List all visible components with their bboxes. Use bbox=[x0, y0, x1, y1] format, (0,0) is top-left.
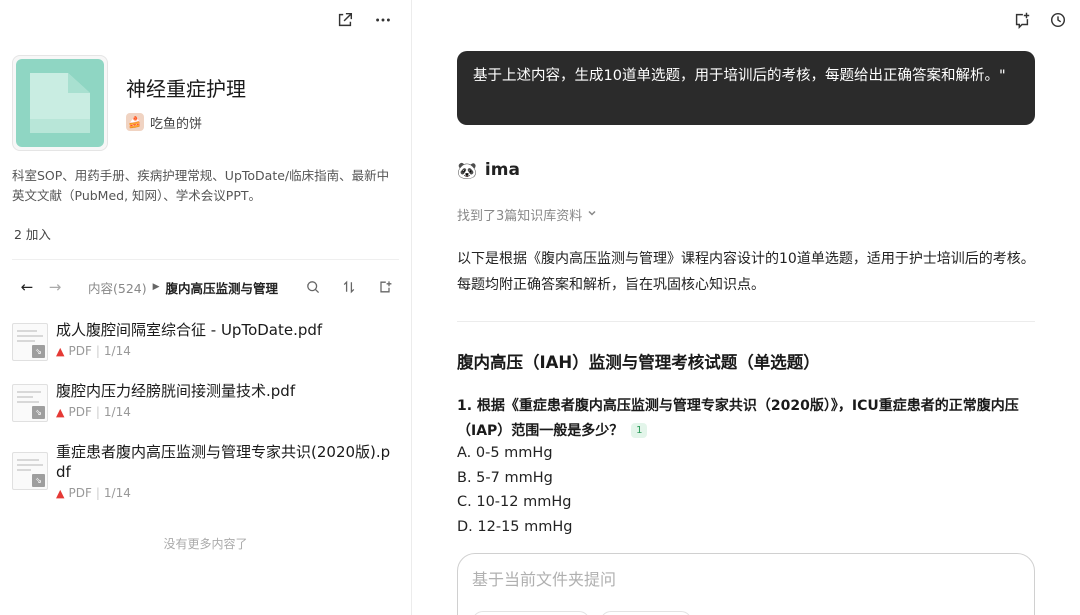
kb-author[interactable]: 🍰 吃鱼的饼 bbox=[126, 113, 246, 132]
chevron-down-icon bbox=[586, 207, 598, 223]
kb-cover-image bbox=[12, 55, 108, 151]
pdf-icon: ▲ bbox=[56, 486, 65, 500]
pdf-thumbnail-icon: ⇘ bbox=[12, 384, 48, 422]
knowledge-base-panel: 神经重症护理 🍰 吃鱼的饼 科室SOP、用药手册、疾病护理常规、UpToDate… bbox=[0, 0, 412, 615]
file-pages: 1/14 bbox=[103, 405, 131, 419]
file-list: ⇘ 成人腹腔间隔室综合征 - UpToDate.pdf ▲ PDF | 1/14… bbox=[12, 320, 399, 520]
new-chat-icon[interactable] bbox=[1012, 10, 1032, 30]
kb-title: 神经重症护理 bbox=[126, 76, 246, 101]
divider bbox=[12, 259, 399, 260]
pdf-icon: ▲ bbox=[56, 405, 65, 419]
sort-icon[interactable] bbox=[341, 279, 357, 295]
input-chip[interactable] bbox=[600, 611, 692, 615]
share-icon[interactable] bbox=[335, 10, 355, 30]
no-more-content-text: 没有更多内容了 bbox=[163, 537, 248, 551]
file-pages: 1/14 bbox=[103, 486, 131, 500]
option-b: B. 5-7 mmHg bbox=[457, 469, 553, 486]
file-name: 腹腔内压力经膀胱间接测量技术.pdf bbox=[56, 382, 296, 400]
breadcrumb-current: 腹内高压监测与管理 bbox=[165, 280, 279, 296]
file-type: PDF bbox=[68, 405, 92, 419]
found-sources-toggle[interactable]: 找到了3篇知识库资料 bbox=[457, 205, 598, 224]
found-sources-text: 找到了3篇知识库资料 bbox=[457, 209, 583, 224]
file-item[interactable]: ⇘ 重症患者腹内高压监测与管理专家共识(2020版).pdf ▲ PDF | 1… bbox=[12, 442, 399, 500]
option-d: D. 12-15 mmHg bbox=[457, 518, 573, 535]
file-name: 重症患者腹内高压监测与管理专家共识(2020版).pdf bbox=[56, 443, 391, 481]
file-item[interactable]: ⇘ 成人腹腔间隔室综合征 - UpToDate.pdf ▲ PDF | 1/14 bbox=[12, 320, 399, 361]
more-icon[interactable] bbox=[373, 10, 393, 30]
chat-toolbar bbox=[1012, 10, 1068, 30]
quiz-title: 腹内高压（IAH）监测与管理考核试题（单选题） bbox=[457, 353, 820, 372]
file-item[interactable]: ⇘ 腹腔内压力经膀胱间接测量技术.pdf ▲ PDF | 1/14 bbox=[12, 381, 399, 422]
ask-input[interactable] bbox=[472, 570, 1020, 589]
breadcrumb-root[interactable]: 内容(524) bbox=[88, 278, 147, 297]
ask-input-box bbox=[457, 553, 1035, 615]
citation-badge[interactable]: 1 bbox=[631, 423, 648, 438]
forward-arrow-icon[interactable]: → bbox=[46, 278, 64, 296]
panda-avatar-icon: 🐼 bbox=[457, 160, 477, 180]
divider bbox=[457, 321, 1035, 322]
add-folder-icon[interactable] bbox=[377, 279, 393, 295]
author-name: 吃鱼的饼 bbox=[150, 116, 203, 132]
file-type: PDF bbox=[68, 344, 92, 358]
file-pages: 1/14 bbox=[103, 344, 131, 358]
kb-header: 神经重症护理 🍰 吃鱼的饼 bbox=[12, 55, 246, 151]
back-arrow-icon[interactable]: ← bbox=[18, 278, 36, 296]
kb-joined-count: 2 加入 bbox=[14, 227, 51, 242]
file-name: 成人腹腔间隔室综合征 - UpToDate.pdf bbox=[56, 321, 323, 339]
history-clock-icon[interactable] bbox=[1048, 10, 1068, 30]
user-message-bubble: 基于上述内容，生成10道单选题，用于培训后的考核，每题给出正确答案和解析。" bbox=[457, 51, 1035, 125]
pdf-icon: ▲ bbox=[56, 344, 65, 358]
input-chip[interactable] bbox=[472, 611, 590, 615]
chat-panel: 基于上述内容，生成10道单选题，用于培训后的考核，每题给出正确答案和解析。" 🐼… bbox=[413, 0, 1080, 615]
left-toolbar bbox=[335, 10, 393, 30]
question-1: 1. 根据《重症患者腹内高压监测与管理专家共识（2020版）》，ICU重症患者的… bbox=[457, 394, 1041, 444]
question-text: 1. 根据《重症患者腹内高压监测与管理专家共识（2020版）》，ICU重症患者的… bbox=[457, 398, 1019, 439]
author-avatar: 🍰 bbox=[126, 113, 144, 131]
content-nav-bar: ← → 内容(524) ▶ 腹内高压监测与管理 bbox=[18, 276, 393, 298]
assistant-name: ima bbox=[484, 160, 520, 180]
question-1-options: A. 0-5 mmHg B. 5-7 mmHg C. 10-12 mmHg D.… bbox=[457, 441, 572, 539]
file-type: PDF bbox=[68, 486, 92, 500]
pdf-thumbnail-icon: ⇘ bbox=[12, 452, 48, 490]
breadcrumb-separator-icon: ▶ bbox=[152, 282, 160, 292]
option-c: C. 10-12 mmHg bbox=[457, 494, 572, 510]
assistant-header: 🐼 ima bbox=[457, 160, 520, 180]
kb-description: 科室SOP、用药手册、疾病护理常规、UpToDate/临床指南、最新中英文文献（… bbox=[12, 168, 390, 203]
pdf-thumbnail-icon: ⇘ bbox=[12, 323, 48, 361]
option-a: A. 0-5 mmHg bbox=[457, 445, 553, 461]
answer-intro: 以下是根据《腹内高压监测与管理》课程内容设计的10道单选题，适用于护士培训后的考… bbox=[457, 251, 1035, 293]
search-icon[interactable] bbox=[305, 279, 321, 295]
